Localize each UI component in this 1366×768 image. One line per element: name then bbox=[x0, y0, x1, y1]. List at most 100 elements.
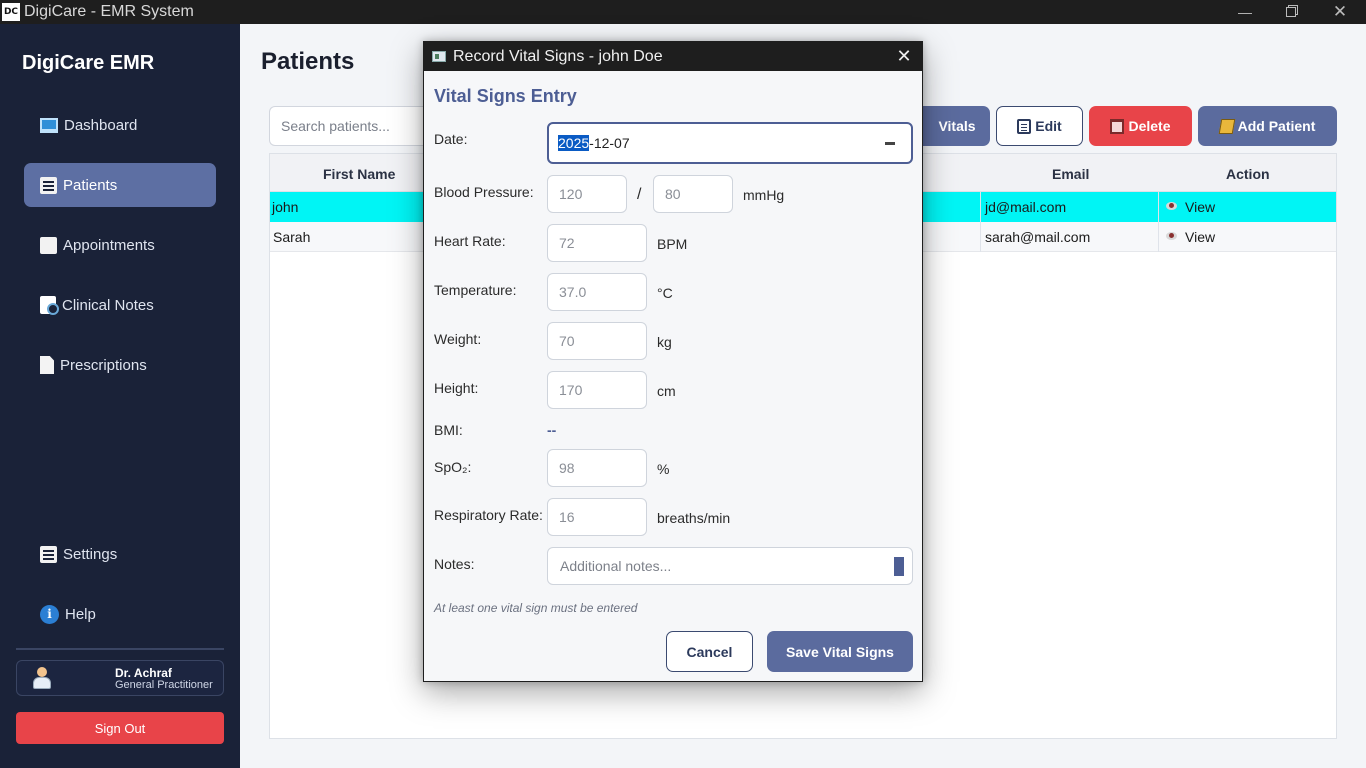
document-icon bbox=[40, 176, 57, 194]
height-input[interactable]: 170 bbox=[547, 371, 647, 409]
window-titlebar: DC DigiCare - EMR System — ✕ bbox=[0, 0, 1366, 24]
sidebar-item-label: Clinical Notes bbox=[62, 296, 154, 314]
add-patient-button[interactable]: Add Patient bbox=[1198, 106, 1337, 146]
notes-field[interactable]: Additional notes... bbox=[547, 547, 913, 585]
column-header-first-name[interactable]: First Name bbox=[323, 166, 395, 182]
page-icon bbox=[40, 356, 54, 374]
cell-first-name: Sarah bbox=[273, 229, 311, 245]
minimize-icon: — bbox=[1238, 4, 1252, 20]
notes-placeholder: Additional notes... bbox=[560, 558, 672, 574]
dialog-heading: Vital Signs Entry bbox=[434, 86, 577, 106]
notes-scrollbar[interactable] bbox=[894, 557, 904, 576]
cell-email: sarah@mail.com bbox=[985, 229, 1091, 245]
add-patient-label: Add Patient bbox=[1237, 118, 1316, 134]
view-label: View bbox=[1185, 229, 1216, 245]
spo2-label: SpO₂: bbox=[434, 459, 472, 475]
record-vitals-dialog: Record Vital Signs - john Doe ✕ Vital Si… bbox=[423, 41, 923, 682]
delete-label: Delete bbox=[1128, 118, 1171, 134]
weight-unit: kg bbox=[657, 334, 672, 350]
heart-rate-input[interactable]: 72 bbox=[547, 224, 647, 262]
maximize-button[interactable] bbox=[1268, 0, 1314, 24]
sidebar-item-help[interactable]: i Help bbox=[24, 592, 216, 636]
weight-input[interactable]: 70 bbox=[547, 322, 647, 360]
bmi-label: BMI: bbox=[434, 422, 463, 438]
diastolic-input[interactable]: 80 bbox=[653, 175, 733, 213]
date-rest-segment: -12-07 bbox=[589, 135, 630, 151]
respiratory-rate-unit: breaths/min bbox=[657, 510, 731, 526]
temperature-unit: °C bbox=[657, 285, 673, 301]
sidebar-divider bbox=[16, 648, 224, 650]
date-label: Date: bbox=[434, 131, 468, 147]
weight-label: Weight: bbox=[434, 331, 482, 347]
sidebar-item-appointments[interactable]: Appointments bbox=[24, 223, 216, 267]
save-vital-signs-button[interactable]: Save Vital Signs bbox=[767, 631, 913, 672]
close-icon: ✕ bbox=[1332, 2, 1348, 21]
dialog-title: Record Vital Signs - john Doe bbox=[453, 47, 663, 65]
page-title: Patients bbox=[261, 48, 355, 75]
eye-icon bbox=[1166, 232, 1177, 241]
cancel-button[interactable]: Cancel bbox=[666, 631, 753, 672]
edit-label: Edit bbox=[1035, 118, 1062, 134]
view-link[interactable]: View bbox=[1166, 229, 1215, 245]
column-header-email[interactable]: Email bbox=[1052, 166, 1089, 182]
sidebar: DigiCare EMR Dashboard Patients Appointm… bbox=[0, 24, 240, 768]
edit-button[interactable]: Edit bbox=[996, 106, 1083, 146]
blood-pressure-label: Blood Pressure: bbox=[434, 184, 534, 200]
user-card[interactable]: Dr. Achraf General Practitioner bbox=[16, 660, 224, 696]
respiratory-rate-input[interactable]: 16 bbox=[547, 498, 647, 536]
minimize-button[interactable]: — bbox=[1222, 0, 1268, 24]
user-role: General Practitioner bbox=[115, 679, 213, 691]
column-header-action[interactable]: Action bbox=[1226, 166, 1270, 182]
app-logo: DC bbox=[2, 3, 20, 21]
cell-first-name: john bbox=[272, 199, 299, 215]
sidebar-item-patients[interactable]: Patients bbox=[24, 163, 216, 207]
trash-icon bbox=[1110, 118, 1125, 134]
window-title: DigiCare - EMR System bbox=[24, 3, 194, 20]
bp-unit: mmHg bbox=[743, 187, 785, 203]
user-name: Dr. Achraf bbox=[115, 666, 172, 680]
info-icon: i bbox=[40, 604, 59, 624]
search-input[interactable] bbox=[269, 106, 429, 146]
restore-icon bbox=[1286, 7, 1296, 17]
date-picker-toggle-icon[interactable] bbox=[885, 142, 895, 145]
brand-title: DigiCare EMR bbox=[22, 52, 155, 74]
spo2-unit: % bbox=[657, 461, 670, 477]
doctor-avatar-icon bbox=[33, 667, 51, 689]
sidebar-item-label: Patients bbox=[63, 176, 118, 194]
spo2-input[interactable]: 98 bbox=[547, 449, 647, 487]
view-link[interactable]: View bbox=[1166, 199, 1215, 215]
edit-icon bbox=[1017, 118, 1032, 134]
sidebar-item-settings[interactable]: Settings bbox=[24, 532, 216, 576]
close-icon: ✕ bbox=[896, 45, 912, 66]
notes-search-icon bbox=[40, 296, 59, 315]
respiratory-rate-label: Respiratory Rate: bbox=[434, 507, 543, 523]
sidebar-item-dashboard[interactable]: Dashboard bbox=[24, 103, 216, 147]
temperature-label: Temperature: bbox=[434, 282, 517, 298]
sidebar-item-label: Prescriptions bbox=[60, 356, 147, 374]
view-label: View bbox=[1185, 199, 1216, 215]
notes-label: Notes: bbox=[434, 556, 475, 572]
grid-icon bbox=[40, 236, 57, 254]
vitals-button[interactable]: Vitals bbox=[916, 106, 990, 146]
sidebar-item-label: Help bbox=[65, 605, 96, 623]
delete-button[interactable]: Delete bbox=[1089, 106, 1192, 146]
date-year-segment: 2025 bbox=[558, 135, 590, 151]
sign-out-button[interactable]: Sign Out bbox=[16, 712, 224, 744]
date-field[interactable]: 2025 -12-07 bbox=[547, 122, 913, 164]
sidebar-item-label: Dashboard bbox=[64, 116, 138, 134]
temperature-input[interactable]: 37.0 bbox=[547, 273, 647, 311]
heart-rate-unit: BPM bbox=[657, 236, 688, 252]
document-icon bbox=[40, 545, 57, 563]
sidebar-item-label: Appointments bbox=[63, 236, 155, 254]
validation-hint: At least one vital sign must be entered bbox=[434, 601, 638, 615]
dialog-window-icon bbox=[432, 51, 446, 62]
systolic-input[interactable]: 120 bbox=[547, 175, 627, 213]
close-window-button[interactable]: ✕ bbox=[1317, 0, 1363, 24]
height-unit: cm bbox=[657, 383, 676, 399]
vitals-label: Vitals bbox=[938, 118, 976, 134]
add-patient-icon bbox=[1218, 118, 1235, 134]
sidebar-item-clinical-notes[interactable]: Clinical Notes bbox=[24, 283, 216, 327]
dialog-close-button[interactable]: ✕ bbox=[894, 46, 914, 66]
eye-icon bbox=[1166, 202, 1177, 211]
sidebar-item-prescriptions[interactable]: Prescriptions bbox=[24, 343, 216, 387]
